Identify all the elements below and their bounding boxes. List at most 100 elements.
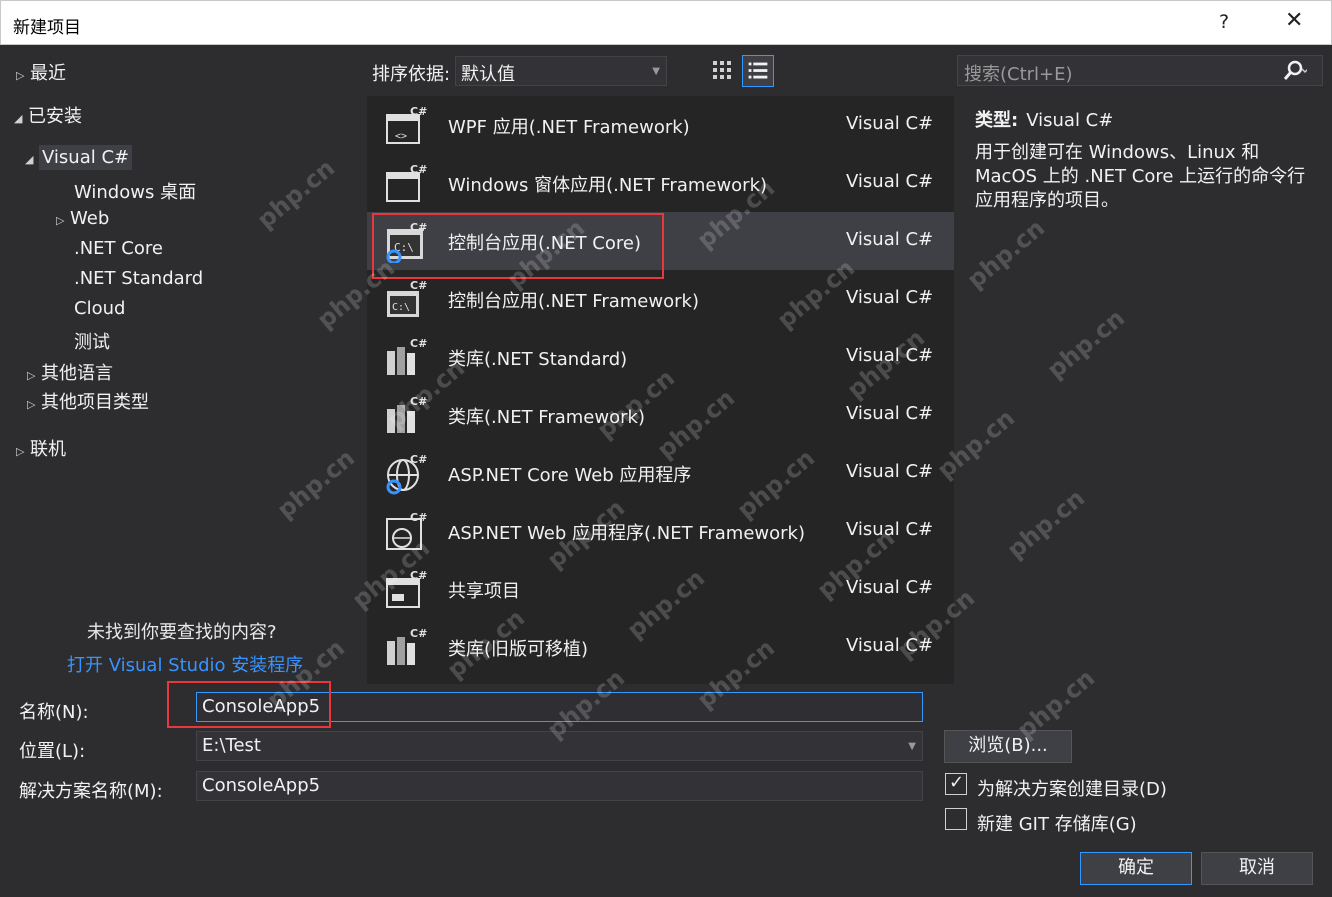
- git-repo-checkbox[interactable]: [945, 808, 967, 830]
- class-library-icon: C#: [387, 337, 427, 375]
- template-language: Visual C#: [846, 345, 934, 366]
- grid-view-icon[interactable]: [707, 56, 737, 86]
- template-row[interactable]: C# ASP.NET Web 应用程序(.NET Framework) Visual…: [367, 502, 954, 560]
- dropdown-arrow-icon: ▼: [908, 741, 916, 752]
- template-list: <> C# WPF 应用(.NET Framework) Visual C# C# Win…: [367, 96, 954, 684]
- svg-text:C#: C#: [410, 395, 427, 408]
- aspnet-core-icon: C#: [386, 453, 427, 495]
- expand-arrow-icon[interactable]: ▷: [27, 398, 41, 411]
- search-icon[interactable]: [1281, 59, 1307, 83]
- template-language: Visual C#: [846, 171, 934, 192]
- tree-item-net-core[interactable]: .NET Core: [74, 238, 163, 259]
- template-name: 类库(.NET Standard): [448, 349, 628, 370]
- template-row[interactable]: C# 类库(旧版可移植) Visual C#: [367, 618, 954, 676]
- winforms-app-icon: C#: [386, 163, 427, 202]
- template-name: 共享项目: [448, 581, 520, 602]
- template-name: Windows 窗体应用(.NET Framework): [448, 175, 768, 196]
- wpf-app-icon: <> C#: [386, 105, 427, 144]
- dropdown-arrow-icon: ▼: [652, 66, 660, 77]
- template-row[interactable]: C# Windows 窗体应用(.NET Framework) Visual C#: [367, 154, 954, 212]
- create-directory-label: 为解决方案创建目录(D): [977, 779, 1167, 800]
- shared-project-icon: C#: [386, 569, 427, 608]
- svg-text:C#: C#: [410, 279, 427, 292]
- expand-arrow-icon[interactable]: ▷: [27, 369, 41, 382]
- solution-name-input[interactable]: ConsoleApp5: [196, 771, 923, 801]
- window-title: 新建项目: [13, 18, 81, 38]
- template-name: WPF 应用(.NET Framework): [448, 117, 690, 138]
- tree-item-label: Visual C#: [39, 145, 133, 170]
- svg-text:C:\: C:\: [392, 302, 410, 313]
- title-bar: 新建项目 ? ✕: [0, 0, 1332, 45]
- template-language: Visual C#: [846, 519, 934, 540]
- template-language: Visual C#: [846, 403, 934, 424]
- collapse-arrow-icon[interactable]: ◢: [25, 153, 39, 166]
- template-language: Visual C#: [846, 577, 934, 598]
- tree-item-cloud[interactable]: Cloud: [74, 298, 125, 319]
- highlight-box: [372, 213, 664, 279]
- cancel-button[interactable]: 取消: [1201, 852, 1313, 885]
- open-installer-link[interactable]: 打开 Visual Studio 安装程序: [67, 651, 303, 677]
- template-row[interactable]: C# 类库(.NET Standard) Visual C#: [367, 328, 954, 386]
- template-row[interactable]: <> C# WPF 应用(.NET Framework) Visual C#: [367, 96, 954, 154]
- location-dropdown[interactable]: E:\Test ▼: [196, 731, 923, 761]
- svg-text:C#: C#: [410, 337, 427, 350]
- location-label: 位置(L):: [19, 741, 86, 762]
- close-icon[interactable]: ✕: [1285, 8, 1303, 33]
- svg-text:C#: C#: [410, 627, 427, 640]
- template-name: ASP.NET Core Web 应用程序: [448, 465, 692, 486]
- tree-item-online[interactable]: ▷ 联机: [16, 435, 66, 461]
- template-name: 控制台应用(.NET Framework): [448, 291, 699, 312]
- highlight-box: [167, 681, 331, 728]
- expand-arrow-icon[interactable]: ▷: [56, 214, 70, 227]
- watermark: php.cn: [961, 213, 1051, 295]
- name-label: 名称(N):: [19, 702, 89, 723]
- template-language: Visual C#: [846, 461, 934, 482]
- expand-arrow-icon[interactable]: ▷: [16, 69, 30, 82]
- solution-name-label: 解决方案名称(M):: [19, 781, 163, 802]
- template-row[interactable]: C# 类库(.NET Framework) Visual C#: [367, 386, 954, 444]
- tree-item-other-project-types[interactable]: ▷ 其他项目类型: [27, 388, 149, 414]
- template-name: 类库(.NET Framework): [448, 407, 645, 428]
- sort-dropdown[interactable]: 默认值 ▼: [455, 56, 667, 86]
- search-input[interactable]: 搜索(Ctrl+E): [957, 55, 1323, 86]
- tree-item-windows-desktop[interactable]: Windows 桌面: [74, 178, 196, 204]
- ok-button[interactable]: 确定: [1080, 852, 1192, 885]
- console-framework-icon: C:\C#: [387, 279, 427, 317]
- watermark: php.cn: [1001, 483, 1091, 565]
- create-directory-checkbox[interactable]: ✓: [945, 772, 967, 795]
- svg-text:C#: C#: [410, 105, 427, 118]
- template-language: Visual C#: [846, 635, 934, 656]
- template-row[interactable]: C# ASP.NET Core Web 应用程序 Visual C#: [367, 444, 954, 502]
- help-icon[interactable]: ?: [1219, 11, 1229, 33]
- watermark: php.cn: [1041, 303, 1131, 385]
- list-view-icon[interactable]: [742, 55, 774, 87]
- class-library-icon: C#: [387, 395, 427, 433]
- tree-item-recent[interactable]: ▷ 最近: [16, 59, 66, 85]
- svg-text:C#: C#: [410, 453, 427, 466]
- browse-button[interactable]: 浏览(B)...: [944, 730, 1072, 763]
- checkmark-icon: ✓: [949, 772, 965, 793]
- tree-item-net-standard[interactable]: .NET Standard: [74, 268, 203, 289]
- tree-item-web[interactable]: ▷ Web: [56, 208, 109, 229]
- tree-item-other-languages[interactable]: ▷ 其他语言: [27, 359, 113, 385]
- collapse-arrow-icon[interactable]: ◢: [14, 112, 28, 125]
- description-text: 用于创建可在 Windows、Linux 和 MacOS 上的 .NET Cor…: [975, 142, 1306, 211]
- git-repo-label: 新建 GIT 存储库(G): [977, 814, 1137, 835]
- sort-label: 排序依据:: [372, 64, 451, 85]
- template-tree: ▷ 最近 ◢ 已安装 ◢ Visual C# Windows 桌面 ▷ Web .NET…: [0, 45, 365, 685]
- template-language: Visual C#: [846, 113, 934, 134]
- not-found-text: 未找到你要查找的内容?: [87, 622, 277, 643]
- tree-item-test[interactable]: 测试: [74, 328, 110, 354]
- expand-arrow-icon[interactable]: ▷: [16, 445, 30, 458]
- template-name: ASP.NET Web 应用程序(.NET Framework): [448, 523, 805, 544]
- template-row[interactable]: C# 共享项目 Visual C#: [367, 560, 954, 618]
- aspnet-web-icon: C#: [386, 511, 427, 550]
- template-language: Visual C#: [846, 229, 934, 250]
- portable-library-icon: C#: [387, 627, 427, 665]
- template-name: 类库(旧版可移植): [448, 639, 589, 660]
- tree-item-visual-csharp[interactable]: ◢ Visual C#: [25, 145, 133, 170]
- tree-item-installed[interactable]: ◢ 已安装: [14, 102, 82, 128]
- description-type: 类型: Visual C#: [975, 110, 1114, 131]
- svg-text:<>: <>: [395, 131, 407, 142]
- svg-text:C#: C#: [410, 163, 427, 176]
